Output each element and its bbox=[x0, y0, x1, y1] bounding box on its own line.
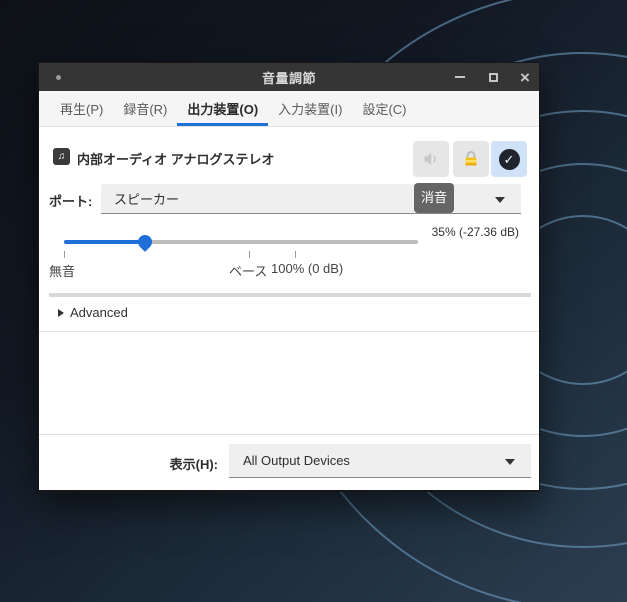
slider-tick bbox=[64, 251, 65, 258]
maximize-button[interactable] bbox=[480, 63, 506, 91]
port-select[interactable]: スピーカー bbox=[101, 184, 521, 214]
titlebar[interactable]: 音量調節 × bbox=[39, 63, 539, 91]
speaker-muted-icon bbox=[424, 152, 436, 166]
volume-slider-handle[interactable] bbox=[135, 232, 155, 252]
port-select-value: スピーカー bbox=[114, 192, 180, 207]
mark-silence-label: 無音 bbox=[49, 264, 76, 279]
lock-channels-button[interactable] bbox=[453, 141, 489, 177]
mute-button[interactable] bbox=[413, 141, 449, 177]
volume-control-window: 音量調節 × 再生(P) 録音(R) 出力装置(O) 入力装置(I) 設定(C)… bbox=[38, 62, 540, 492]
chevron-down-icon bbox=[505, 458, 515, 465]
tab-playback[interactable]: 再生(P) bbox=[50, 91, 113, 126]
fallback-device-button[interactable]: ✓ bbox=[491, 141, 527, 177]
mute-tooltip: 消音 bbox=[414, 183, 454, 213]
tab-output-devices[interactable]: 出力装置(O) bbox=[177, 91, 269, 126]
mark-base-label: ベース bbox=[229, 264, 268, 279]
volume-slider[interactable] bbox=[64, 232, 418, 258]
minimize-icon bbox=[455, 76, 465, 78]
audio-card-icon: ♫ bbox=[53, 148, 70, 165]
desktop-background: 音量調節 × 再生(P) 録音(R) 出力装置(O) 入力装置(I) 設定(C)… bbox=[0, 0, 627, 602]
content-separator bbox=[39, 331, 539, 332]
tab-bar: 再生(P) 録音(R) 出力装置(O) 入力装置(I) 設定(C) bbox=[39, 91, 539, 127]
maximize-icon bbox=[488, 72, 498, 82]
advanced-label: Advanced bbox=[70, 305, 128, 320]
close-icon: × bbox=[520, 67, 530, 87]
tab-configuration[interactable]: 設定(C) bbox=[352, 91, 416, 126]
mark-100-label: 100% (0 dB) bbox=[271, 261, 344, 276]
port-label: ポート: bbox=[49, 194, 93, 209]
lock-icon bbox=[465, 151, 477, 166]
show-label: 表示(H): bbox=[169, 457, 218, 472]
volume-slider-fill bbox=[64, 240, 145, 244]
check-icon: ✓ bbox=[498, 148, 520, 170]
close-button[interactable]: × bbox=[512, 63, 538, 91]
expander-triangle-icon bbox=[58, 308, 64, 317]
show-filter-select[interactable]: All Output Devices bbox=[229, 444, 531, 478]
show-filter-value: All Output Devices bbox=[243, 453, 350, 468]
tab-input-devices[interactable]: 入力装置(I) bbox=[268, 91, 352, 126]
slider-tick bbox=[249, 251, 251, 258]
slider-tick bbox=[295, 251, 297, 258]
minimize-button[interactable] bbox=[447, 63, 473, 91]
tab-recording[interactable]: 録音(R) bbox=[113, 91, 177, 126]
device-name: 内部オーディオ アナログステレオ bbox=[77, 152, 275, 167]
section-separator bbox=[49, 293, 531, 297]
footer-separator bbox=[39, 434, 539, 435]
chevron-down-icon bbox=[495, 196, 505, 203]
advanced-expander[interactable]: Advanced bbox=[58, 305, 128, 320]
volume-value: 35% (-27.36 dB) bbox=[431, 225, 519, 239]
